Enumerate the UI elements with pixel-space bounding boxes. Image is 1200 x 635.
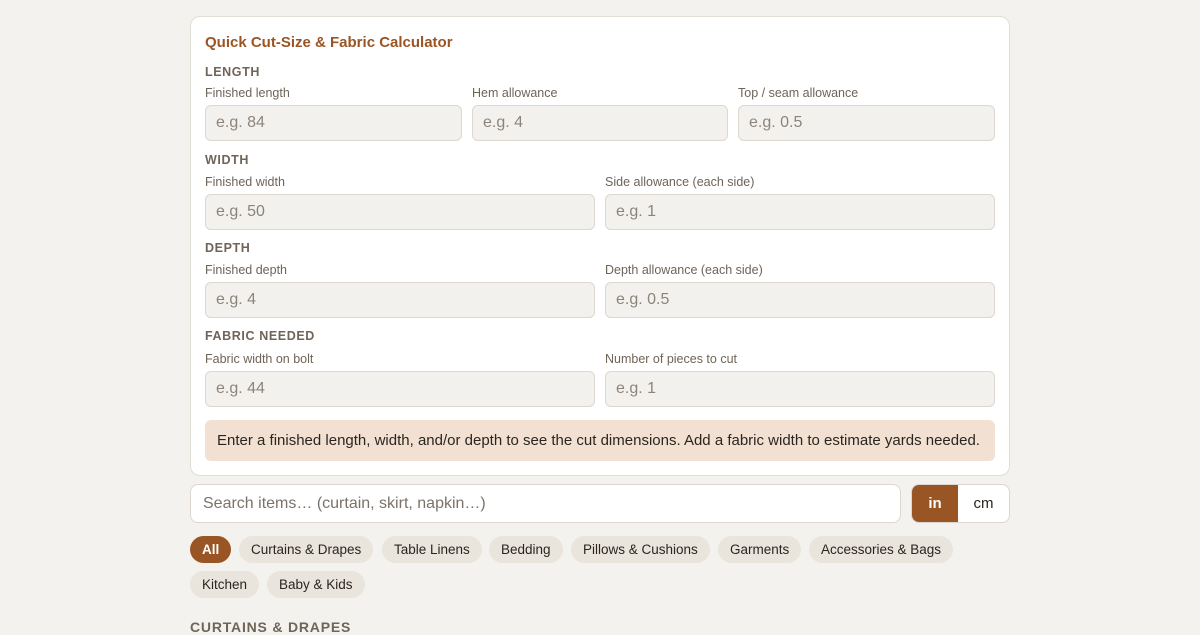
filter-chip-all[interactable]: All — [190, 536, 232, 563]
finished-depth-label: Finished depth — [205, 263, 288, 277]
filter-chip-pillows-cushions[interactable]: Pillows & Cushions — [571, 536, 710, 563]
section-fabric-heading: FABRIC NEEDED — [205, 329, 315, 343]
unit-inches-button[interactable]: in — [912, 485, 958, 522]
depth-allowance-label: Depth allowance (each side) — [605, 263, 763, 277]
side-allowance-label: Side allowance (each side) — [605, 175, 755, 189]
unit-toggle: in cm — [911, 484, 1010, 523]
unit-centimeters-button[interactable]: cm — [958, 485, 1009, 522]
hem-allowance-input[interactable] — [472, 105, 728, 141]
fabric-width-input[interactable] — [205, 371, 595, 407]
filter-chip-garments[interactable]: Garments — [718, 536, 802, 563]
filter-chip-curtains-drapes[interactable]: Curtains & Drapes — [239, 536, 374, 563]
calculator-title: Quick Cut-Size & Fabric Calculator — [205, 34, 453, 51]
hem-allowance-label: Hem allowance — [472, 86, 558, 100]
section-depth-heading: DEPTH — [205, 241, 251, 255]
finished-length-label: Finished length — [205, 86, 290, 100]
filter-chip-accessories-bags[interactable]: Accessories & Bags — [809, 536, 954, 563]
filter-chip-table-linens[interactable]: Table Linens — [382, 536, 482, 563]
finished-width-label: Finished width — [205, 175, 285, 189]
fabric-width-label: Fabric width on bolt — [205, 352, 314, 366]
top-seam-allowance-input[interactable] — [738, 105, 995, 141]
calculator-card: Quick Cut-Size & Fabric Calculator LENGT… — [190, 16, 1010, 476]
side-allowance-input[interactable] — [605, 194, 995, 230]
section-width-heading: WIDTH — [205, 153, 249, 167]
filter-chip-baby-kids[interactable]: Baby & Kids — [267, 571, 365, 598]
finished-length-input[interactable] — [205, 105, 462, 141]
depth-allowance-input[interactable] — [605, 282, 995, 318]
finished-depth-input[interactable] — [205, 282, 595, 318]
filter-chip-kitchen[interactable]: Kitchen — [190, 571, 260, 598]
result-message: Enter a finished length, width, and/or d… — [205, 420, 995, 461]
search-input[interactable] — [190, 484, 901, 523]
category-heading: CURTAINS & DRAPES — [190, 619, 352, 635]
top-seam-allowance-label: Top / seam allowance — [738, 86, 859, 100]
filter-chip-bedding[interactable]: Bedding — [489, 536, 563, 563]
pieces-label: Number of pieces to cut — [605, 352, 738, 366]
pieces-input[interactable] — [605, 371, 995, 407]
section-length-heading: LENGTH — [205, 65, 260, 79]
finished-width-input[interactable] — [205, 194, 595, 230]
